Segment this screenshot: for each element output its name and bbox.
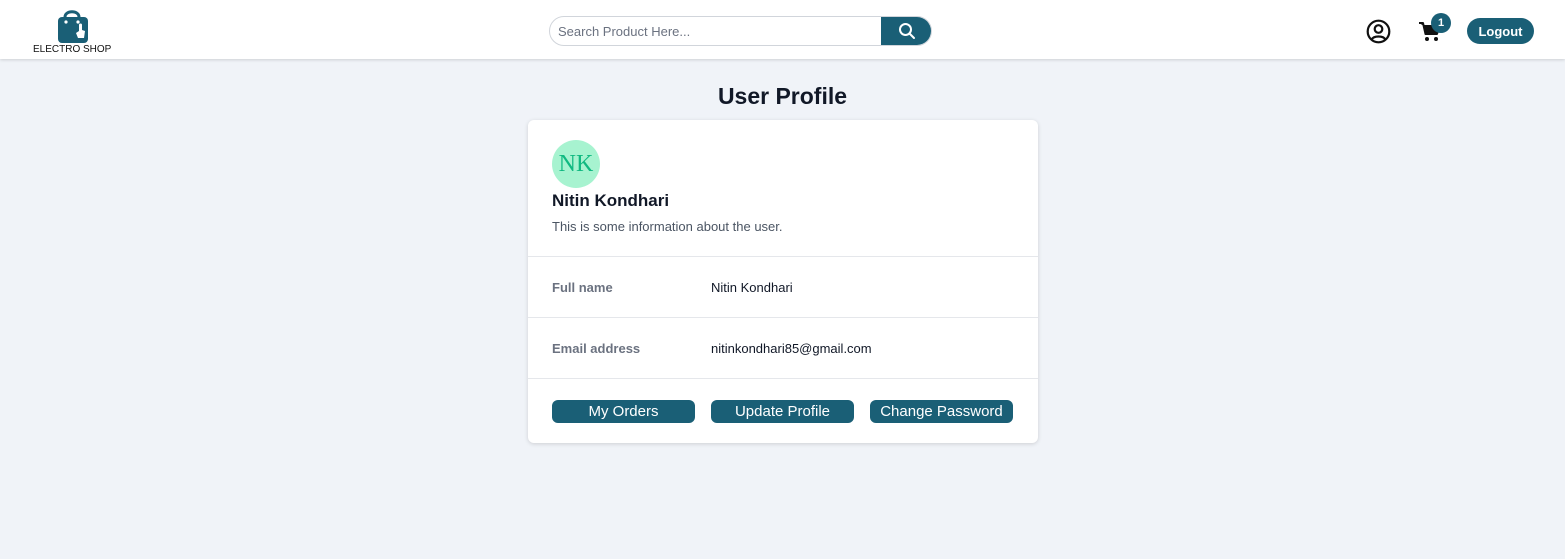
profile-name: Nitin Kondhari: [552, 191, 670, 210]
navbar: ELECTRO SHOP 1 Logout: [0, 0, 1565, 59]
search-input[interactable]: [550, 17, 883, 45]
email-label: Email address: [552, 341, 641, 356]
full-name-value: Nitin Kondhari: [711, 280, 793, 295]
search-button[interactable]: [881, 17, 931, 45]
search-icon: [898, 23, 915, 39]
divider: [528, 378, 1038, 379]
logout-button[interactable]: Logout: [1467, 18, 1534, 44]
email-value: nitinkondhari85@gmail.com: [711, 341, 872, 356]
search-bar: [549, 16, 932, 46]
profile-card: NK Nitin Kondhari This is some informati…: [528, 120, 1038, 443]
logo-text: ELECTRO SHOP: [33, 44, 112, 55]
logo[interactable]: ELECTRO SHOP: [32, 7, 116, 57]
shopping-bag-icon: [58, 10, 88, 43]
my-orders-button[interactable]: My Orders: [552, 400, 695, 423]
divider: [528, 317, 1038, 318]
user-circle-icon[interactable]: [1366, 19, 1391, 44]
page-title: User Profile: [717, 83, 848, 109]
change-password-button[interactable]: Change Password: [870, 400, 1013, 423]
update-profile-button[interactable]: Update Profile: [711, 400, 854, 423]
cart-count-badge: 1: [1431, 13, 1451, 33]
full-name-label: Full name: [552, 280, 613, 295]
divider: [528, 256, 1038, 257]
profile-info: This is some information about the user.: [552, 219, 783, 234]
avatar: NK: [552, 140, 600, 188]
